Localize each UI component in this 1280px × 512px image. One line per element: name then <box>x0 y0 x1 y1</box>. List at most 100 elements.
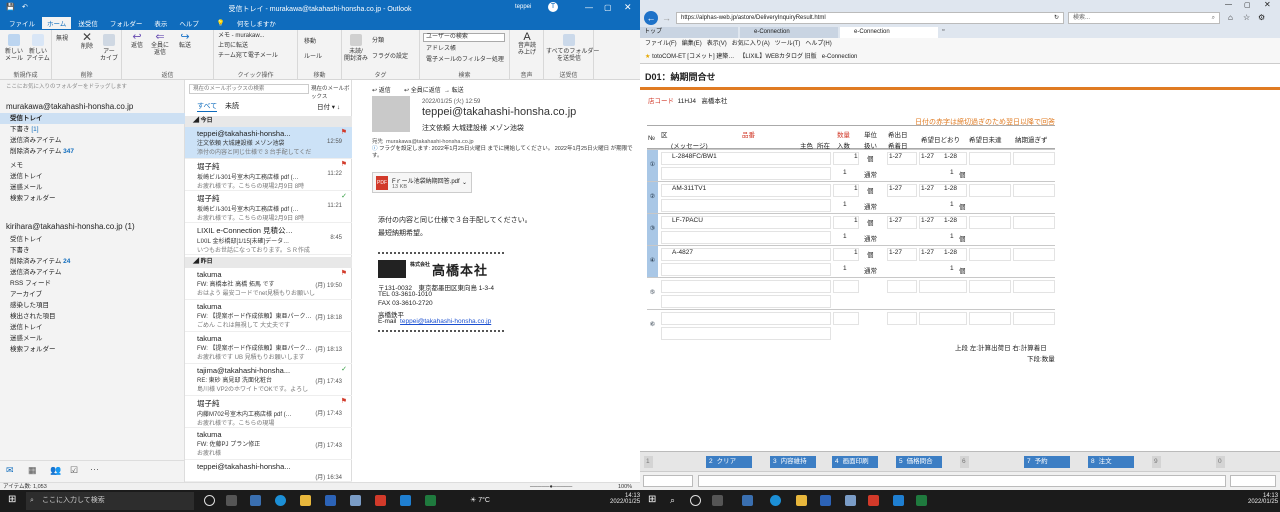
list-item[interactable]: teppei@takahashi-honsha... 注文依頼 大城建設様 メゾ… <box>185 127 352 159</box>
reply-all-button[interactable]: ⇐ 全員に 返信 <box>148 32 172 57</box>
fkey-0[interactable]: 0 <box>1216 456 1225 468</box>
input-cell[interactable] <box>661 280 831 293</box>
folder-infected[interactable]: 感染した項目 <box>0 300 185 311</box>
input-cell[interactable] <box>969 312 1011 325</box>
folder-inbox-2[interactable]: 受信トレイ <box>0 234 185 245</box>
app-icon[interactable] <box>742 495 753 506</box>
list-item[interactable]: takuma FW: 佐藤PJ プラン修正 お疲れ様 (月) 17:43 <box>185 428 352 460</box>
search-input[interactable]: 現在のメールボックスの検索 <box>189 84 309 94</box>
folder-outbox-2[interactable]: 送信トレイ <box>0 322 185 333</box>
favorite-link[interactable]: e-Connection <box>822 54 858 60</box>
input-cell[interactable] <box>969 152 1011 165</box>
reply-all-action[interactable]: ↩ 全員に返信 <box>404 85 441 94</box>
account-1[interactable]: murakawa@takahashi-honsha.co.jp <box>0 101 185 112</box>
more-icon[interactable]: ··· <box>90 464 99 474</box>
folder-sent[interactable]: 送信済みアイテム <box>0 135 185 146</box>
acrobat-icon[interactable] <box>868 495 879 506</box>
weather-widget[interactable]: ☀ 7°C <box>470 496 490 504</box>
list-item[interactable]: teppei@takahashi-honsha... (月) 16:34 <box>185 460 352 482</box>
item-code[interactable]: LF-7PACU <box>672 217 703 224</box>
tab-top[interactable]: トップ <box>640 27 738 38</box>
file-explorer-icon[interactable] <box>300 495 311 506</box>
cortana-icon[interactable] <box>204 495 215 506</box>
minimize-icon[interactable]: — <box>585 3 593 12</box>
back-icon[interactable]: ← <box>644 11 658 25</box>
fkey-9[interactable]: 9 <box>1152 456 1161 468</box>
input-cell[interactable] <box>661 199 831 212</box>
attachment[interactable]: PDF Fｒール池袋納期回答.pdf 13 KB ⌄ <box>372 172 472 193</box>
input-cell[interactable] <box>661 263 831 276</box>
sort-dropdown[interactable]: 日付 ▾ ↓ <box>317 101 340 111</box>
chevron-down-icon[interactable]: ⌄ <box>462 179 467 186</box>
minimize-icon[interactable]: — <box>1225 1 1232 8</box>
filter-email-button[interactable]: 電子メールのフィルター処理 <box>426 57 504 64</box>
categorize-button[interactable]: 分類 <box>372 38 384 45</box>
fkey-6[interactable]: 6 <box>960 456 969 468</box>
input-cell[interactable] <box>661 327 831 340</box>
list-item[interactable]: takuma FW: 【提案ボード作成依頼】東亜パーク… ごめん これは無視して… <box>185 300 352 332</box>
quick-step-memo[interactable]: メモ - murakaw... <box>218 33 264 40</box>
clock[interactable]: 14:13 2022/01/25 <box>610 493 640 505</box>
input-cell[interactable] <box>1013 248 1055 261</box>
search-icon[interactable]: ⌕ <box>670 495 675 506</box>
tab-e-connection-2[interactable]: e-Connection <box>840 27 938 38</box>
app-icon[interactable] <box>350 495 361 506</box>
rules-button[interactable]: ルール <box>304 54 322 61</box>
forward-icon[interactable]: → <box>662 13 671 23</box>
input-cell[interactable] <box>969 184 1011 197</box>
tab-help[interactable]: ヘルプ <box>174 17 204 29</box>
forward-action[interactable]: → 転送 <box>444 85 464 94</box>
account-2[interactable]: kirihara@takahashi-honsha.co.jp (1) <box>0 221 185 232</box>
search-people-input[interactable]: ユーザーの検索 <box>423 33 505 42</box>
item-code[interactable]: A-4827 <box>672 249 693 256</box>
group-header-today[interactable]: ◢ 今日 <box>185 116 352 127</box>
outlook-icon[interactable] <box>820 495 831 506</box>
folder-search[interactable]: 検索フォルダー <box>0 193 185 204</box>
fkey-5[interactable]: 5 価格問合 <box>896 456 942 468</box>
favorite-link[interactable]: 【LIXIL】WEBカタログ 旧版 <box>739 54 816 60</box>
maximize-icon[interactable]: ▢ <box>1244 1 1251 9</box>
flag-icon[interactable]: ⚑ <box>341 160 347 168</box>
star-icon[interactable]: ☆ <box>1243 13 1250 22</box>
message-from[interactable]: teppei@takahashi-honsha.co.jp <box>422 106 576 118</box>
file-explorer-icon[interactable] <box>796 495 807 506</box>
input-cell[interactable] <box>661 312 831 325</box>
input-cell[interactable] <box>887 280 917 293</box>
quick-step-team-mail[interactable]: チーム宛て電子メール <box>218 53 278 60</box>
search-icon[interactable]: ⌕ <box>1212 13 1215 24</box>
folder-outbox[interactable]: 送信トレイ <box>0 171 185 182</box>
menu-file[interactable]: ファイル(F) <box>645 41 677 47</box>
archive-button[interactable]: アー カイブ <box>98 34 120 63</box>
folder-drafts[interactable]: 下書き [1] <box>0 124 185 135</box>
cortana-icon[interactable] <box>690 495 701 506</box>
new-items-button[interactable]: 新しい アイテム <box>26 34 50 63</box>
fkey-2[interactable]: 2 クリア <box>706 456 752 468</box>
task-view-icon[interactable] <box>712 495 723 506</box>
read-aloud-button[interactable]: A 音声読 み上げ <box>514 32 540 57</box>
item-code[interactable]: L-2848FC/BW1 <box>672 153 717 160</box>
taskbar-search[interactable]: ⌕ ここに入力して検索 <box>26 492 194 510</box>
list-item[interactable]: 堀子純 坂崎ビル301号室木内工務店様 pdf (… お疲れ様です。こちらの現場… <box>185 159 352 191</box>
flag-icon[interactable]: ⚑ <box>341 128 347 136</box>
forward-button[interactable]: ↪ 転送 <box>174 32 196 50</box>
list-item[interactable]: 堀子純 坂崎ビル301号室木内工務店様 pdf (… お疲れ様です。こちらの現場… <box>185 191 352 223</box>
ignore-button[interactable]: 無視 <box>56 36 68 43</box>
flag-button[interactable]: フラグの設定 <box>372 54 408 61</box>
fkey-7[interactable]: 7 予約 <box>1024 456 1070 468</box>
input-cell[interactable] <box>969 248 1011 261</box>
input-cell[interactable] <box>1013 280 1055 293</box>
input-cell[interactable] <box>833 280 859 293</box>
tab-folder[interactable]: フォルダー <box>105 17 148 29</box>
folder-drafts-2[interactable]: 下書き <box>0 245 185 256</box>
folder-memo[interactable]: メモ <box>0 160 185 171</box>
gear-icon[interactable]: ⚙ <box>1258 13 1265 22</box>
folder-inbox[interactable]: 受信トレイ <box>0 113 185 124</box>
input-cell[interactable] <box>887 312 917 325</box>
avatar[interactable]: T <box>548 2 558 12</box>
ie-icon[interactable] <box>400 495 411 506</box>
flag-icon[interactable]: ⚑ <box>341 269 347 277</box>
excel-icon[interactable] <box>425 495 436 506</box>
folder-deleted-2[interactable]: 削除済みアイテム 24 <box>0 256 185 267</box>
folder-rss[interactable]: RSS フィード <box>0 278 185 289</box>
fkey-8[interactable]: 8 注文 <box>1088 456 1134 468</box>
